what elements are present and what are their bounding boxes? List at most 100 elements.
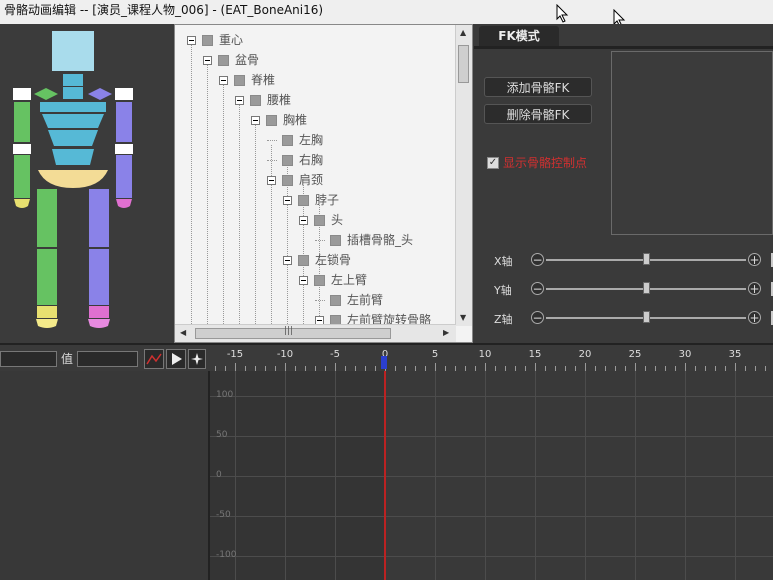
tree-node[interactable]: 左锁骨 [283,251,351,269]
bone-waist [52,149,94,165]
scroll-up-icon[interactable]: ▲ [460,28,466,37]
current-frame-marker[interactable] [381,356,387,369]
ruler-label: 10 [478,349,492,360]
show-bone-control-points-label: 显示骨骼控制点 [503,156,588,170]
scroll-left-icon[interactable]: ◀ [180,328,186,337]
checkbox-checked-icon[interactable]: ✓ [487,156,499,169]
tree-node-checkbox[interactable] [314,215,325,226]
minus-icon[interactable]: − [531,282,544,295]
tree-node-checkbox[interactable] [282,175,293,186]
plus-icon[interactable]: + [748,311,761,324]
tree-node[interactable]: 插槽骨骼_头 [315,231,413,249]
tree-vertical-scrollbar[interactable]: ▲ ▼ [455,25,472,326]
collapse-icon[interactable] [267,176,276,185]
tree-node[interactable]: 腰椎 [235,91,291,109]
skeleton-figure-icon[interactable] [0,24,172,343]
tree-node-label: 盆骨 [235,53,260,67]
sparkle-icon [191,353,203,365]
tree-node-checkbox[interactable] [282,135,293,146]
tree-node-checkbox[interactable] [202,35,213,46]
plus-icon[interactable]: + [748,253,761,266]
bone-right-upper-arm [116,102,132,142]
axis-slider-thumb[interactable] [643,282,650,294]
curve-mode-button[interactable] [144,349,164,369]
tree-guide-line [223,85,224,326]
collapse-icon[interactable] [251,116,260,125]
tree-node[interactable]: 右胸 [267,151,323,169]
bone-left-ankle [37,306,57,318]
collapse-icon[interactable] [299,216,308,225]
bone-right-shin [89,249,109,305]
curve-list[interactable] [0,371,210,580]
tree-node[interactable]: 左胸 [267,131,323,149]
tree-node[interactable]: 胸椎 [251,111,307,129]
tab-fk-mode[interactable]: FK模式 [479,26,559,46]
tree-node[interactable]: 肩颈 [267,171,323,189]
play-button[interactable] [166,349,186,369]
tree-horizontal-scrollbar[interactable]: ◀ ||| ▶ [175,324,456,342]
tree-node[interactable]: 脊椎 [219,71,275,89]
tree-node-label: 左胸 [299,133,324,147]
collapse-icon[interactable] [283,196,292,205]
tree-node-checkbox[interactable] [330,235,341,246]
tree-node[interactable]: 脖子 [283,191,339,209]
collapse-icon[interactable] [219,76,228,85]
collapse-icon[interactable] [187,36,196,45]
grid-line-horizontal [210,476,773,477]
collapse-icon[interactable] [299,276,308,285]
ruler-tick [435,363,436,371]
axis-slider-thumb[interactable] [643,253,650,265]
tree-node-checkbox[interactable] [282,155,293,166]
fk-preview-box [611,51,773,235]
tree-node[interactable]: 盆骨 [203,51,259,69]
bone-left-forearm [14,155,30,198]
timeline-ruler[interactable]: -15 -10 -5 0 5 10 15 20 25 30 35 [210,343,773,373]
tree-node-label: 重心 [219,33,244,47]
collapse-icon[interactable] [283,256,292,265]
ruler-label: -15 [226,349,244,360]
tree-node-checkbox[interactable] [298,255,309,266]
minus-icon[interactable]: − [531,311,544,324]
skeleton-view[interactable] [0,24,172,343]
scroll-down-icon[interactable]: ▼ [460,313,466,322]
collapse-icon[interactable] [203,56,212,65]
tree-node-checkbox[interactable] [314,275,325,286]
add-bone-fk-button[interactable]: 添加骨骼FK [484,77,592,97]
curve-graph[interactable]: 100 50 0 -50 -100 [210,371,773,580]
tree-node-label: 左上臂 [331,273,368,287]
bone-right-elbow [115,144,133,154]
tree-node-label: 右胸 [299,153,324,167]
delete-bone-fk-button[interactable]: 删除骨骼FK [484,104,592,124]
scroll-right-icon[interactable]: ▶ [443,328,449,337]
tree-node-checkbox[interactable] [266,115,277,126]
bone-tree[interactable]: 重心 盆骨 脊椎 腰椎 胸椎 左胸 右胸 肩颈 脖子头插槽骨骼_头 左锁骨 左上臂 左前臂 左前臂旋转骨… [174,24,473,343]
bone-right-foot [88,319,110,328]
show-bone-control-points-checkbox[interactable]: ✓ 显示骨骼控制点 [487,154,587,171]
tree-node[interactable]: 头 [299,211,343,229]
curve-icon [146,353,162,365]
tree-node[interactable]: 左上臂 [299,271,367,289]
tree-node-checkbox[interactable] [234,75,245,86]
value-axis-label: 100 [216,390,234,400]
bone-left-clavicle [34,88,58,100]
bone-right-ankle [89,306,109,318]
tree-node[interactable]: 重心 [187,31,243,49]
plus-icon[interactable]: + [748,282,761,295]
curve-name-field[interactable] [0,351,57,367]
value-input[interactable] [77,351,138,367]
axis-slider-thumb[interactable] [643,311,650,323]
tree-node-checkbox[interactable] [298,195,309,206]
tree-node-checkbox[interactable] [218,55,229,66]
tree-node[interactable]: 左前臂 [315,291,383,309]
add-key-button[interactable] [188,349,206,369]
collapse-icon[interactable] [235,96,244,105]
tree-node-checkbox[interactable] [330,295,341,306]
axis-slider-row: X轴 − + [494,251,773,271]
window-title: 骨骼动画编辑 -- [演员_课程人物_006] - (EAT_BoneAni16… [4,3,324,17]
tree-horizontal-scroll-thumb[interactable]: ||| [195,326,391,339]
tree-node-checkbox[interactable] [250,95,261,106]
minus-icon[interactable]: − [531,253,544,266]
tree-guide-line [207,65,208,326]
tree-vertical-scroll-thumb[interactable] [458,45,469,83]
bone-right-clavicle [88,88,112,100]
